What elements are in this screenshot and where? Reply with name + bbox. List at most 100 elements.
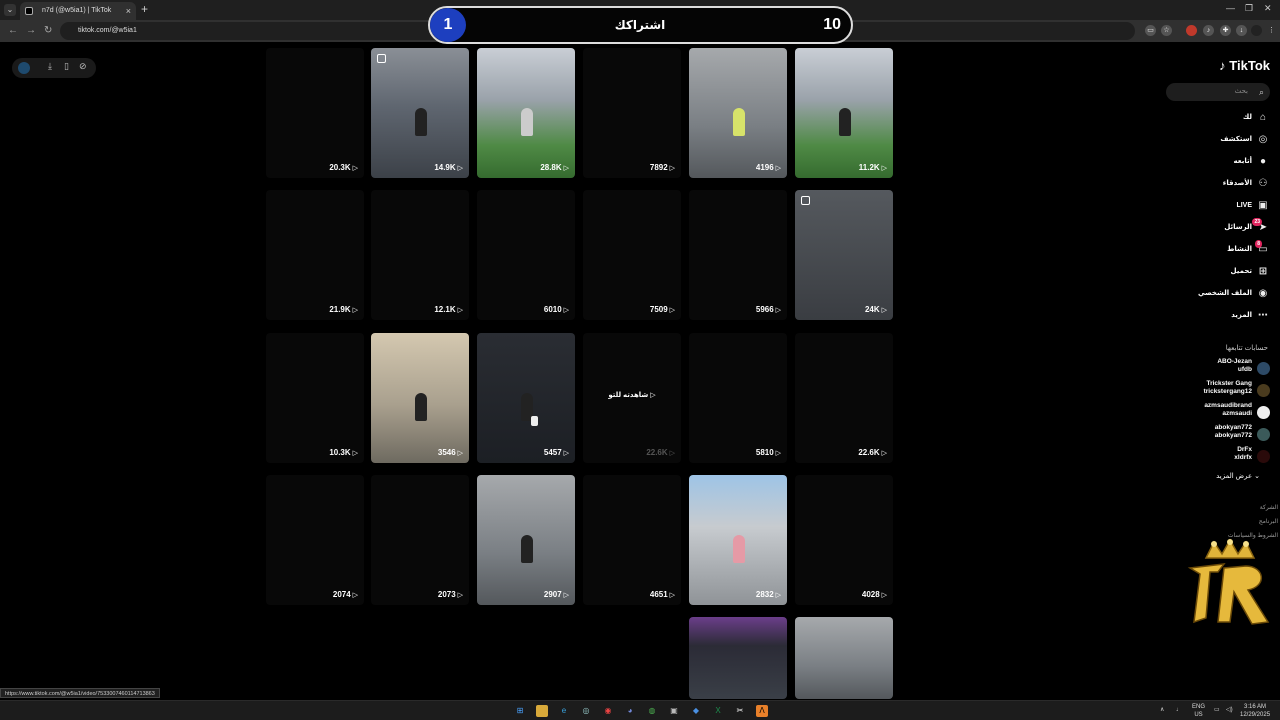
browser-tab[interactable]: n7d (@w5ia1) | TikTok × [20,2,136,20]
nav-item-home[interactable]: لك ⌂ [1160,109,1270,127]
video-tile[interactable]: 10.3K [266,333,364,463]
nav-item-following[interactable]: أتابعه ● [1160,153,1270,171]
video-tile[interactable]: 2074 [266,475,364,605]
forward-icon[interactable]: → [26,25,36,36]
view-count: 7509 [650,305,675,314]
chrome-icon[interactable]: ◍ [646,705,658,717]
video-tile[interactable]: 7509 [583,190,681,320]
video-tile[interactable]: 4651 [583,475,681,605]
download-icon[interactable]: ⤓ [48,61,52,72]
nav-item-profile[interactable]: الملف الشخصي ◉ [1160,285,1270,303]
nav-label: أتابعه [1233,158,1252,165]
windows-start-icon[interactable]: ⊞ [514,705,526,717]
phone-icon[interactable]: ▯ [64,61,69,72]
following-account[interactable]: azmsaudibrand azmsaudi [1160,402,1270,424]
video-tile[interactable]: شاهدته للتو ▷ 22.6K [583,333,681,463]
view-count: 5457 [544,448,569,457]
video-tile[interactable]: 7892 [583,48,681,178]
tray-chevron-icon[interactable]: ∧ [1160,706,1164,714]
video-tile[interactable]: 6010 [477,190,575,320]
volume-icon[interactable]: ◁) [1226,706,1233,714]
home-icon: ⌂ [1259,112,1267,123]
video-tile[interactable]: 5810 [689,333,787,463]
following-account[interactable]: DrFx xldrfx [1160,446,1270,468]
bookmark-star-icon[interactable]: ☆ [1161,25,1172,36]
following-avatar: ● [1259,156,1267,167]
app-blue-icon[interactable]: ◆ [690,705,702,717]
app-red-icon[interactable]: ◉ [602,705,614,717]
tab-close-icon[interactable]: × [126,2,131,20]
video-tile[interactable]: 3546 [371,333,469,463]
minimize-icon[interactable]: — [1226,3,1235,13]
footer-company[interactable]: الشركة [1260,504,1278,511]
avatar [1257,428,1270,441]
following-account[interactable]: ABO-Jezan ufdb [1160,358,1270,380]
tiktok-logo[interactable]: ♪ TikTok [1219,58,1270,73]
video-tile[interactable]: 22.6K [795,333,893,463]
steam-icon[interactable]: ◎ [580,705,592,717]
video-tile[interactable]: 11.2K [795,48,893,178]
nav-item-messages[interactable]: الرسائل ➤ 23 [1160,218,1270,237]
view-count: 5966 [756,305,781,314]
store-icon[interactable]: ▣ [668,705,680,717]
extension-tiktok-icon[interactable]: ♪ [1203,25,1214,36]
language-indicator[interactable]: ENG US [1192,703,1205,719]
video-tile[interactable]: 20.3K [266,48,364,178]
install-icon[interactable]: ▭ [1145,25,1156,36]
excel-icon[interactable]: X [712,705,724,717]
capcut-icon[interactable]: ✂ [734,705,746,717]
following-account[interactable]: abokyan772 abokyan772 [1160,424,1270,446]
video-tile[interactable]: 24K [795,190,893,320]
goal-current-number: 1 [430,8,466,42]
following-account[interactable]: Trickster Gang trickstergang12 [1160,380,1270,402]
see-more-link[interactable]: عرض المزيد ⌄ [1216,472,1260,480]
app-orange-icon[interactable]: Λ [756,705,768,717]
account-handle: abokyan772 [1214,432,1252,439]
downloads-icon[interactable]: ↓ [1236,25,1247,36]
nav-item-activity[interactable]: النشاط ▭ 8 [1160,240,1270,259]
video-tile[interactable]: 2907 [477,475,575,605]
video-tile[interactable]: 2832 [689,475,787,605]
nav-item-live[interactable]: LIVE ▣ [1160,197,1270,215]
back-icon[interactable]: ← [8,25,18,36]
discord-icon[interactable]: ◕ [624,705,636,717]
nav-item-more[interactable]: المزيد ⋯ [1160,307,1270,325]
video-tile[interactable]: 4028 [795,475,893,605]
search-input[interactable]: بحث ⌕ [1166,83,1270,101]
video-tile[interactable]: 14.9K [371,48,469,178]
file-explorer-icon[interactable] [536,705,548,717]
video-tile[interactable]: 4196 [689,48,787,178]
network-icon[interactable]: ▭ [1214,706,1220,714]
new-tab-button[interactable]: + [141,2,148,16]
video-tile[interactable] [689,617,787,699]
account-name: Trickster Gang [1206,380,1252,387]
tiktok-app-icon[interactable] [18,62,30,74]
edge-icon[interactable]: e [558,705,570,717]
reload-icon[interactable]: ↻ [44,25,52,36]
footer-program[interactable]: البرنامج [1259,518,1278,525]
nav-item-friends[interactable]: الأصدقاء ⚇ [1160,175,1270,193]
video-tile[interactable]: 5966 [689,190,787,320]
video-tile[interactable]: 5457 [477,333,575,463]
nav-item-upload[interactable]: تحميل ⊞ [1160,263,1270,281]
profile-avatar-icon[interactable] [1251,25,1262,36]
video-tile[interactable]: 21.9K [266,190,364,320]
extension-red-icon[interactable] [1186,25,1197,36]
video-tile[interactable] [795,617,893,699]
video-tile[interactable]: 28.8K [477,48,575,178]
video-thumbnail-figure [415,108,427,136]
mic-icon[interactable]: ♩ [1176,706,1182,714]
view-count: 7892 [650,163,675,172]
video-tile[interactable]: 2073 [371,475,469,605]
nav-label: LIVE [1236,202,1252,209]
more-icon: ⋯ [1258,310,1268,321]
extensions-puzzle-icon[interactable]: ✚ [1220,25,1231,36]
block-icon[interactable]: ⊘ [79,61,87,72]
clock[interactable]: 3:16 AM 12/29/2025 [1240,703,1270,719]
video-tile[interactable]: 12.1K [371,190,469,320]
nav-item-compass[interactable]: استكشف ◎ [1160,131,1270,149]
window-close-icon[interactable]: ✕ [1264,3,1272,14]
tab-search-icon[interactable]: ⌄ [4,4,16,16]
maximize-icon[interactable]: ❐ [1245,3,1253,14]
browser-menu-icon[interactable]: ⋮ [1266,25,1277,36]
